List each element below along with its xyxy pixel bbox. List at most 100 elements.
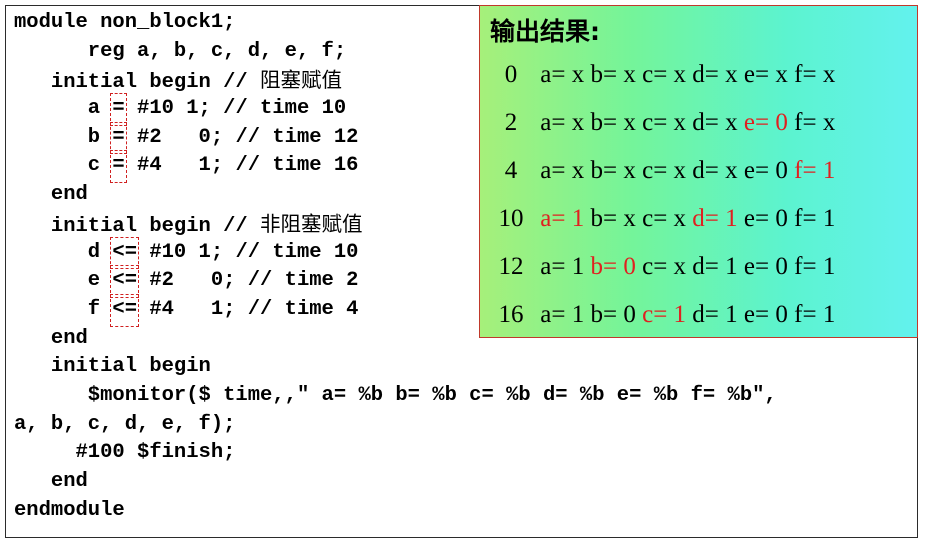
signal-b: b= x	[590, 61, 636, 88]
code-text: e	[14, 269, 113, 293]
signal-value: x	[822, 109, 836, 136]
signal-name: b	[590, 301, 603, 328]
signal-c: c= x	[642, 157, 687, 184]
signal-a: a= 1	[540, 253, 585, 280]
signal-value: 1	[571, 205, 585, 232]
signal-value: x	[673, 61, 687, 88]
code-line: #100 $finish;	[14, 439, 777, 468]
signal-name: c	[642, 205, 654, 232]
signal-name: a	[540, 301, 552, 328]
signal-name: f	[794, 205, 803, 232]
code-comment-cjk: 非阻塞赋值	[260, 211, 363, 236]
signal-name: d	[692, 205, 705, 232]
signal-b: b= 0	[590, 253, 636, 280]
output-row: 10 a= 1 b= x c= x d= 1 e= 0 f= 1	[488, 202, 836, 250]
signal-e: e= 0	[743, 301, 788, 328]
signal-f: f= 1	[794, 301, 836, 328]
signal-a: a= 1	[540, 205, 585, 232]
code-comment-cjk: 阻塞赋值	[260, 68, 343, 93]
signal-c: c= x	[642, 205, 687, 232]
assignment-operator: <=	[110, 265, 139, 298]
signal-name: c	[642, 253, 654, 280]
code-line: end	[14, 468, 777, 497]
signal-c: c= x	[642, 253, 687, 280]
signal-name: d	[692, 109, 705, 136]
signal-name: e	[743, 109, 756, 136]
code-text: #2 0; // time 2	[137, 269, 359, 293]
output-row: 2 a= x b= x c= x d= x e= 0 f= x	[488, 106, 836, 154]
signal-name: a	[540, 157, 552, 184]
signal-e: e= x	[743, 61, 788, 88]
signal-f: f= 1	[794, 157, 836, 184]
signal-value: x	[623, 109, 636, 136]
signal-value: 1	[725, 301, 738, 328]
signal-value: 0	[775, 301, 788, 328]
signal-f: f= x	[794, 109, 836, 136]
signal-value: 1	[822, 157, 836, 184]
signal-f: f= 1	[794, 205, 836, 232]
signal-value: 0	[775, 205, 788, 232]
code-text: #4 1; // time 4	[137, 297, 359, 321]
time-value: 12	[498, 253, 524, 280]
output-row: 0 a= x b= x c= x d= x e= x f= x	[488, 58, 836, 106]
code-line: a, b, c, d, e, f);	[14, 411, 777, 440]
signal-value: x	[673, 157, 687, 184]
code-text: #100 $finish;	[14, 441, 236, 465]
signal-f: f= x	[794, 61, 836, 88]
signal-value: 1	[673, 301, 687, 328]
signal-value: x	[673, 205, 687, 232]
signal-b: b= 0	[590, 301, 636, 328]
signal-d: d= 1	[692, 301, 738, 328]
signal-value: 1	[725, 253, 738, 280]
signal-name: e	[743, 157, 756, 184]
signal-name: f	[794, 301, 803, 328]
signal-name: e	[743, 301, 756, 328]
signal-name: f	[794, 157, 803, 184]
signal-value: 0	[623, 253, 636, 280]
signal-value: 0	[775, 253, 788, 280]
signal-value: x	[571, 109, 585, 136]
signal-value: 1	[822, 301, 836, 328]
time-value: 4	[504, 157, 518, 184]
signal-name: b	[590, 157, 603, 184]
signal-value: 1	[822, 253, 836, 280]
signal-name: c	[642, 157, 654, 184]
signal-value: x	[623, 157, 636, 184]
code-text: #4 1; // time 16	[124, 154, 359, 178]
code-text: reg a, b, c, d, e, f;	[14, 39, 347, 63]
signal-value: x	[725, 157, 738, 184]
signal-name: d	[692, 157, 705, 184]
signal-name: b	[590, 205, 603, 232]
code-text: a, b, c, d, e, f);	[14, 412, 236, 436]
signal-b: b= x	[590, 109, 636, 136]
signal-f: f= 1	[794, 253, 836, 280]
assignment-operator: =	[110, 150, 127, 184]
code-text: end	[14, 470, 88, 493]
signal-d: d= x	[692, 157, 738, 184]
time-value: 2	[504, 109, 518, 136]
time-value: 0	[504, 61, 518, 88]
code-text: initial begin //	[14, 214, 261, 238]
code-text: a	[14, 97, 113, 121]
output-panel: 输出结果: 0 a= x b= x c= x d= x e= x f= x2 a…	[479, 5, 918, 338]
time-value: 10	[498, 205, 524, 232]
signal-name: f	[794, 61, 803, 88]
code-line: initial begin	[14, 353, 777, 382]
signal-value: x	[571, 61, 585, 88]
signal-value: 1	[725, 205, 738, 232]
signal-d: d= 1	[692, 253, 738, 280]
signal-c: c= x	[642, 109, 687, 136]
output-rows: 0 a= x b= x c= x d= x e= x f= x2 a= x b=…	[488, 58, 836, 346]
signal-value: x	[673, 253, 687, 280]
code-text: f	[14, 297, 113, 321]
signal-name: c	[642, 109, 654, 136]
code-text: initial begin	[14, 355, 211, 379]
code-text: c	[14, 154, 113, 178]
signal-value: x	[822, 61, 836, 88]
time-value: 16	[498, 301, 524, 328]
signal-name: b	[590, 253, 603, 280]
signal-e: e= 0	[743, 109, 788, 136]
signal-name: e	[743, 205, 756, 232]
signal-name: b	[590, 61, 603, 88]
signal-name: e	[743, 253, 756, 280]
